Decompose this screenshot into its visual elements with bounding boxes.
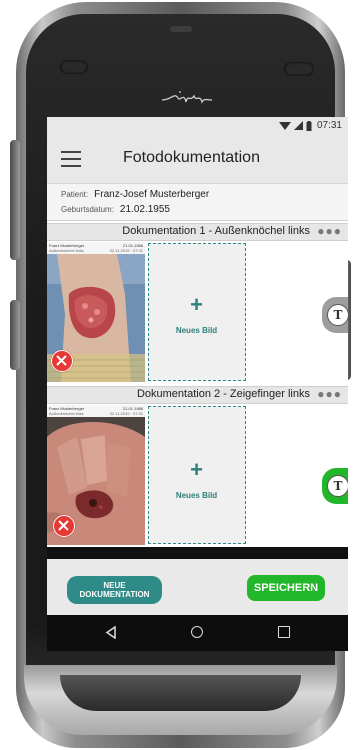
new-documentation-label-line1: NEUE [103, 581, 126, 590]
new-image-2-button[interactable]: + Neues Bild [148, 406, 246, 544]
patient-name: Franz-Josef Musterberger [94, 189, 210, 200]
photo-2-timestamp: 02.11.2019 · 07:31 [109, 411, 143, 416]
status-time: 07:31 [316, 120, 342, 131]
new-documentation-label-line2: DOKUMENTATION [79, 590, 150, 599]
documentation-2-photo[interactable]: Franz Musterberger Außenknöchel links 21… [47, 405, 145, 545]
text-tab-1[interactable]: T [322, 297, 348, 333]
hamburger-menu-icon[interactable] [61, 151, 81, 167]
dob-label: Geburtsdatum: [61, 205, 114, 214]
front-camera [284, 62, 314, 76]
documentation-1-title: Dokumentation 1 - Außenknöchel links [122, 225, 310, 237]
text-tab-2[interactable]: T [322, 468, 348, 504]
side-button-left [10, 140, 20, 260]
documentation-2-title: Dokumentation 2 - Zeigefinger links [136, 388, 310, 400]
more-dots-icon[interactable]: ●●● [317, 387, 342, 401]
patient-info: Patient: Franz-Josef Musterberger Geburt… [47, 184, 348, 221]
battery-icon [306, 120, 312, 131]
page-title: Fotodokumentation [123, 149, 260, 166]
status-bar: 07:31 [47, 117, 348, 135]
android-nav-bar [47, 615, 348, 651]
signal-icon [293, 120, 303, 130]
recents-icon[interactable] [278, 626, 290, 638]
signature-logo-icon [161, 91, 213, 104]
documentation-1-header: Dokumentation 1 - Außenknöchel links ●●● [47, 223, 348, 241]
documentation-2-header: Dokumentation 2 - Zeigefinger links ●●● [47, 386, 348, 404]
earpiece-speaker [170, 26, 192, 32]
photo-2-location: Außenknöchel links [49, 411, 84, 416]
delete-photo-1-button[interactable] [51, 350, 73, 372]
more-dots-icon[interactable]: ●●● [317, 224, 342, 238]
action-bar: NEUE DOKUMENTATION SPEICHERN [47, 559, 348, 615]
dob-value: 21.02.1955 [119, 204, 170, 215]
new-documentation-button[interactable]: NEUE DOKUMENTATION [67, 576, 162, 604]
device-lower-grip [60, 675, 301, 711]
side-button-left-lower [10, 300, 20, 370]
photo-1-timestamp: 02.11.2019 · 07:31 [109, 248, 143, 253]
photo-1-header: Franz Musterberger Außenknöchel links 21… [47, 242, 145, 254]
text-t-icon: T [327, 475, 348, 497]
photo-1-location: Außenknöchel links [49, 248, 84, 253]
home-icon[interactable] [191, 626, 203, 638]
rugged-phone-frame: 07:31 Fotodokumentation Patient: Franz-J… [0, 0, 361, 750]
wifi-icon [278, 121, 291, 130]
new-image-1-label: Neues Bild [175, 326, 218, 335]
sensor-left [60, 60, 88, 74]
close-icon [56, 355, 67, 366]
app-bar: Fotodokumentation [47, 135, 348, 184]
photo-2-header: Franz Musterberger Außenknöchel links 21… [47, 405, 145, 417]
new-image-1-button[interactable]: + Neues Bild [148, 243, 246, 381]
delete-photo-2-button[interactable] [53, 515, 75, 537]
patient-label: Patient: [61, 190, 89, 199]
text-t-icon: T [327, 304, 348, 326]
new-image-2-label: Neues Bild [175, 491, 218, 500]
content-end-divider [47, 547, 348, 559]
app-screen: 07:31 Fotodokumentation Patient: Franz-J… [47, 117, 348, 651]
close-icon [58, 520, 69, 531]
documentation-1-photo[interactable]: Franz Musterberger Außenknöchel links 21… [47, 242, 145, 382]
plus-icon: + [190, 457, 203, 482]
back-icon[interactable] [105, 626, 117, 639]
save-button[interactable]: SPEICHERN [247, 575, 325, 601]
plus-icon: + [190, 292, 203, 317]
